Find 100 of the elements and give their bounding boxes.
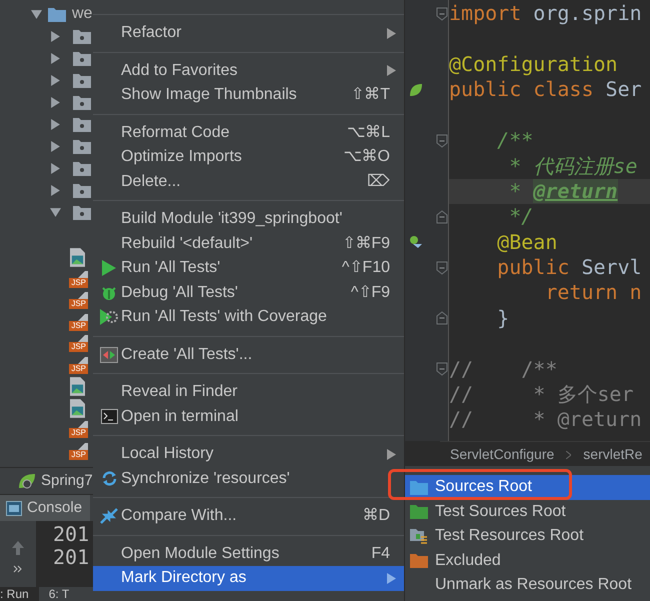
resources-folder-icon	[410, 528, 428, 545]
bug-icon	[101, 284, 117, 301]
chevron-icon	[566, 450, 572, 458]
menu-item[interactable]: Local History	[93, 442, 404, 466]
collapsed-arrow-icon[interactable]	[50, 52, 61, 64]
file-type-label: JSP	[69, 299, 88, 310]
breadcrumb-item[interactable]: servletRe	[583, 444, 642, 465]
image-file-icon	[70, 398, 85, 418]
code-line: */	[508, 204, 534, 230]
console-line: 201	[53, 546, 90, 569]
code-line: return n	[544, 280, 642, 306]
menu-item[interactable]: Synchronize 'resources'	[93, 466, 404, 491]
file-type-label: JSP	[69, 342, 88, 352]
tool-window-tab[interactable]: 6: T	[48, 587, 70, 601]
coverage-icon	[100, 309, 118, 326]
menu-item[interactable]: Run 'All Tests' ^⇧F10	[93, 256, 404, 280]
menu-item[interactable]: Open in terminal	[93, 404, 404, 429]
menu-item[interactable]: Compare With... ⌘D	[93, 504, 404, 528]
sync-icon	[100, 470, 118, 488]
code-line: public class Ser	[449, 77, 642, 102]
folder-icon	[73, 182, 91, 198]
file-type-label: JSP	[69, 428, 88, 438]
menu-item[interactable]: Mark Directory as	[93, 566, 404, 590]
menu-item[interactable]: Test Resources Root	[405, 524, 650, 548]
file-type-label: JSP	[69, 278, 88, 288]
code-line: * 代码注册se	[508, 154, 638, 179]
menu-item[interactable]: Sources Root	[405, 475, 650, 500]
collapsed-arrow-icon[interactable]	[50, 162, 61, 174]
collapsed-arrow-icon[interactable]	[50, 96, 61, 108]
folder-icon	[73, 94, 91, 110]
menu-item[interactable]: Rebuild '<default>' ⇧⌘F9	[93, 232, 404, 256]
folder-icon	[73, 72, 91, 88]
code-line: public Servl	[496, 255, 642, 280]
compare-arrows-icon	[100, 508, 118, 524]
leaf-icon	[18, 473, 36, 489]
menu-item[interactable]: Test Sources Root	[405, 500, 650, 524]
folder-icon	[410, 480, 428, 495]
tool-tab[interactable]: Console	[0, 495, 90, 521]
collapsed-arrow-icon[interactable]	[50, 184, 61, 196]
folder-icon	[73, 116, 91, 132]
fold-marker-icon[interactable]	[436, 311, 448, 326]
up-arrow-icon[interactable]	[12, 541, 24, 555]
console-line: 201	[53, 523, 90, 546]
menu-item[interactable]: Add to Favorites	[93, 58, 404, 83]
console-icon	[6, 500, 22, 516]
tool-window-tab[interactable]: : Run	[0, 587, 39, 601]
menu-item[interactable]: Reveal in Finder	[93, 380, 404, 404]
play-icon	[102, 260, 116, 276]
expanded-arrow-icon[interactable]	[31, 8, 42, 20]
code-line: // /**	[449, 356, 558, 382]
test-create-icon	[100, 346, 118, 363]
image-file-icon	[70, 377, 85, 396]
image-file-icon	[70, 248, 85, 268]
collapsed-arrow-icon[interactable]	[50, 30, 61, 42]
menu-item[interactable]: Build Module 'it399_springboot'	[93, 207, 404, 232]
code-line: }	[496, 306, 510, 331]
menu-item[interactable]: Run 'All Tests' with Coverage	[93, 305, 404, 330]
breadcrumb-item[interactable]: ServletConfigure	[450, 444, 554, 465]
folder-icon	[410, 553, 428, 568]
menu-item[interactable]: Create 'All Tests'...	[93, 342, 404, 367]
file-type-label: JSP	[69, 320, 88, 331]
fold-marker-icon[interactable]	[436, 6, 448, 21]
menu-item[interactable]: Reformat Code ⌥⌘L	[93, 120, 404, 145]
code-line: @Configuration	[449, 52, 618, 77]
code-line: @Bean	[496, 230, 558, 255]
file-type-label: JSP	[69, 450, 88, 460]
collapsed-arrow-icon[interactable]	[50, 140, 61, 152]
folder-icon	[73, 204, 91, 220]
menu-item[interactable]: Excluded	[405, 548, 650, 573]
collapsed-arrow-icon[interactable]	[50, 74, 61, 86]
fold-marker-icon[interactable]	[436, 210, 448, 224]
folder-icon	[73, 28, 91, 44]
fold-marker-icon[interactable]	[436, 362, 448, 376]
menu-item[interactable]: Open Module Settings F4	[93, 542, 404, 566]
menu-item[interactable]: Refactor	[93, 21, 404, 46]
menu-item[interactable]: Show Image Thumbnails ⇧⌘T	[93, 83, 404, 108]
leaf-icon[interactable]	[409, 82, 423, 97]
file-type-label: JSP	[69, 364, 88, 374]
code-line: import org.sprin	[449, 1, 642, 26]
more-icon[interactable]	[13, 565, 23, 573]
fold-marker-icon[interactable]	[436, 134, 448, 148]
folder-icon	[73, 160, 91, 176]
folder-icon	[48, 6, 66, 22]
folder-name[interactable]: we	[72, 2, 92, 26]
code-line: // * @return	[449, 407, 642, 432]
menu-item[interactable]: Debug 'All Tests' ^⇧F9	[93, 280, 404, 305]
bean-icon[interactable]	[409, 235, 423, 250]
folder-icon	[73, 50, 91, 66]
menu-item[interactable]: Delete... ⌦	[93, 170, 404, 194]
code-line: * @return	[508, 178, 618, 204]
fold-marker-icon[interactable]	[436, 260, 448, 275]
menu-item[interactable]: Optimize Imports ⌥⌘O	[93, 145, 404, 170]
code-line: /**	[496, 128, 534, 154]
code-line: // * 多个ser	[449, 382, 634, 408]
collapsed-arrow-icon[interactable]	[50, 118, 61, 130]
menu-item[interactable]: Unmark as Resources Root	[405, 573, 650, 598]
tool-tab[interactable]: Spring7	[0, 468, 93, 494]
expanded-arrow-icon[interactable]	[50, 206, 61, 218]
folder-icon	[73, 138, 91, 154]
terminal-icon	[100, 409, 118, 424]
